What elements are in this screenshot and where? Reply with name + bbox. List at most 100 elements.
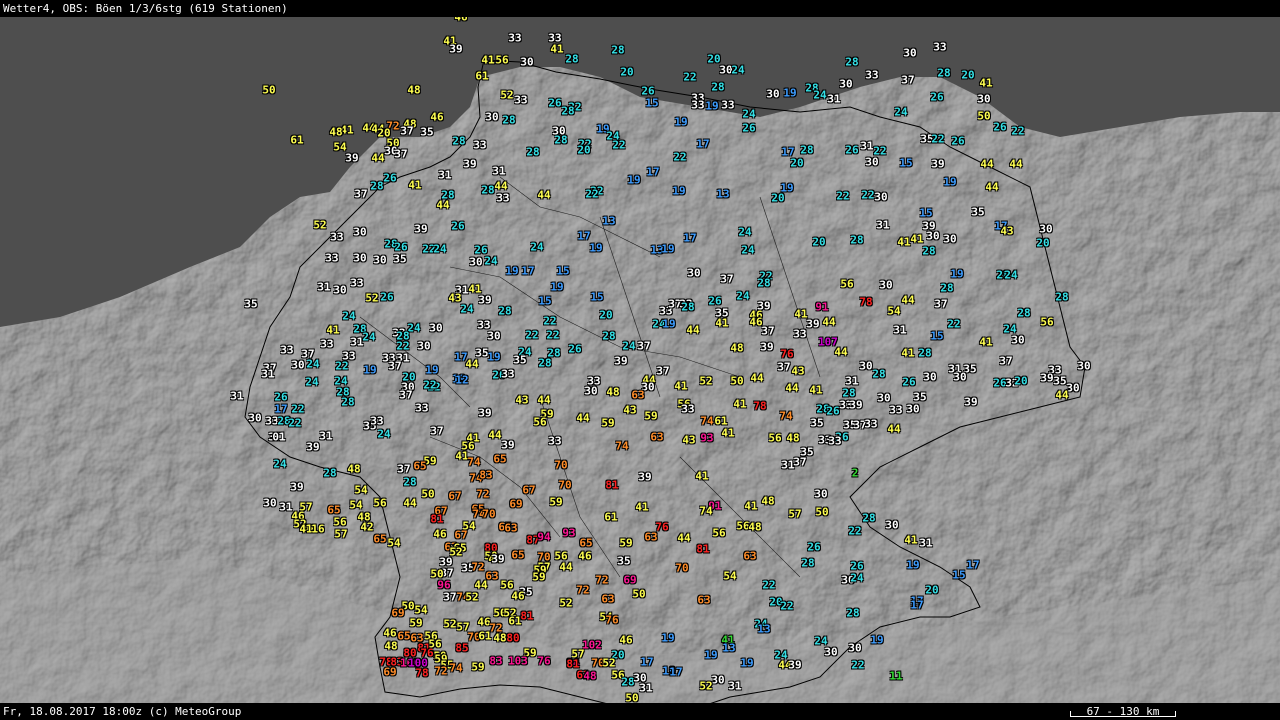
station-gust-value: 65 xyxy=(493,452,507,466)
station-gust-value: 74 xyxy=(779,409,793,423)
station-gust-value: 41 xyxy=(979,76,993,90)
station-gust-value: 54 xyxy=(349,498,363,512)
station-gust-value: 30 xyxy=(263,496,277,510)
station-gust-value: 35 xyxy=(420,125,434,139)
footer-info: Fr, 18.08.2017 18:00z (c) MeteoGroup xyxy=(3,705,242,718)
station-gust-value: 56 xyxy=(533,415,547,429)
station-gust-value: 26 xyxy=(902,375,916,389)
station-gust-value: 26 xyxy=(845,143,859,157)
station-gust-value: 28 xyxy=(681,300,695,314)
station-gust-value: 19 xyxy=(740,656,754,670)
station-gust-value: 22 xyxy=(585,187,599,201)
station-gust-value: 28 xyxy=(1017,306,1031,320)
station-gust-value: 28 xyxy=(403,475,417,489)
station-gust-value: 41 xyxy=(721,426,735,440)
station-gust-value: 16 xyxy=(311,522,325,536)
station-gust-value: 48 xyxy=(493,631,507,645)
station-gust-value: 63 xyxy=(650,430,664,444)
station-gust-value: 35 xyxy=(1053,374,1067,388)
station-gust-value: 70 xyxy=(482,507,496,521)
station-gust-value: 44 xyxy=(677,531,691,545)
station-gust-value: 61 xyxy=(604,510,618,524)
station-gust-value: 69 xyxy=(383,665,397,679)
station-gust-value: 37 xyxy=(901,73,915,87)
station-gust-value: 28 xyxy=(842,386,856,400)
station-gust-value: 52 xyxy=(602,656,616,670)
station-gust-value: 44 xyxy=(474,578,488,592)
station-gust-value: 74 xyxy=(615,439,629,453)
station-gust-value: 44 xyxy=(403,496,417,510)
station-gust-value: 61 xyxy=(714,414,728,428)
station-gust-value: 69 xyxy=(509,497,523,511)
station-gust-value: 28 xyxy=(801,556,815,570)
station-gust-value: 30 xyxy=(903,46,917,60)
station-gust-value: 54 xyxy=(387,536,401,550)
station-gust-value: 63 xyxy=(631,388,645,402)
station-gust-value: 15 xyxy=(538,294,552,308)
station-gust-value: 48 xyxy=(347,462,361,476)
station-gust-value: 26 xyxy=(826,404,840,418)
station-gust-value: 20 xyxy=(1036,236,1050,250)
station-gust-value: 22 xyxy=(780,599,794,613)
station-gust-value: 30 xyxy=(291,358,305,372)
station-gust-value: 31 xyxy=(845,374,859,388)
station-gust-value: 28 xyxy=(846,606,860,620)
station-gust-value: 30 xyxy=(953,370,967,384)
station-gust-value: 26 xyxy=(274,390,288,404)
station-gust-value: 30 xyxy=(429,321,443,335)
station-gust-value: 61 xyxy=(478,629,492,643)
station-gust-value: 52 xyxy=(465,590,479,604)
station-gust-value: 17 xyxy=(640,655,654,669)
station-gust-value: 37 xyxy=(394,147,408,161)
station-gust-value: 28 xyxy=(502,113,516,127)
station-gust-value: 15 xyxy=(952,568,966,582)
station-gust-value: 30 xyxy=(687,266,701,280)
station-gust-value: 19 xyxy=(674,115,688,129)
station-gust-value: 24 xyxy=(741,243,755,257)
station-gust-value: 33 xyxy=(793,327,807,341)
station-gust-value: 65 xyxy=(579,536,593,550)
station-gust-value: 26 xyxy=(451,219,465,233)
station-gust-value: 50 xyxy=(625,691,639,705)
station-gust-value: 33 xyxy=(889,403,903,417)
station-gust-value: 24 xyxy=(742,107,756,121)
station-gust-value: 24 xyxy=(484,254,498,268)
station-gust-value: 54 xyxy=(414,603,428,617)
station-gust-value: 19 xyxy=(783,86,797,100)
station-gust-value: 20 xyxy=(961,68,975,82)
station-gust-value: 39 xyxy=(478,293,492,307)
station-gust-value: 52 xyxy=(699,374,713,388)
station-gust-value: 24 xyxy=(305,375,319,389)
station-gust-value: 65 xyxy=(397,629,411,643)
station-gust-value: 85 xyxy=(455,641,469,655)
station-gust-value: 31 xyxy=(230,389,244,403)
station-gust-value: 37 xyxy=(399,388,413,402)
station-gust-value: 33 xyxy=(325,251,339,265)
station-gust-value: 17 xyxy=(966,558,980,572)
station-gust-value: 65 xyxy=(511,548,525,562)
station-gust-value: 13 xyxy=(716,187,730,201)
station-gust-value: 50 xyxy=(421,487,435,501)
station-gust-value: 33 xyxy=(473,138,487,152)
station-gust-value: 35 xyxy=(913,390,927,404)
station-gust-value: 2 xyxy=(851,466,859,480)
station-gust-value: 74 xyxy=(467,455,481,469)
station-gust-value: 52 xyxy=(443,617,457,631)
station-gust-value: 59 xyxy=(549,495,563,509)
station-gust-value: 48 xyxy=(748,520,762,534)
station-gust-value: 67 xyxy=(448,489,462,503)
station-gust-value: 22 xyxy=(546,328,560,342)
station-gust-value: 30 xyxy=(248,411,262,425)
station-gust-value: 41 xyxy=(695,469,709,483)
station-gust-value: 26 xyxy=(641,84,655,98)
station-gust-value: 67 xyxy=(522,483,536,497)
scale-label: 67 - 130 km xyxy=(1086,705,1160,718)
station-gust-value: 31 xyxy=(860,139,874,153)
station-gust-value: 24 xyxy=(813,88,827,102)
station-gust-value: 46 xyxy=(511,589,525,603)
station-gust-value: 24 xyxy=(850,571,864,585)
station-gust-value: 31 xyxy=(876,218,890,232)
station-gust-value: 19 xyxy=(363,363,377,377)
station-gust-value: 20 xyxy=(599,308,613,322)
station-gust-value: 22 xyxy=(423,378,437,392)
